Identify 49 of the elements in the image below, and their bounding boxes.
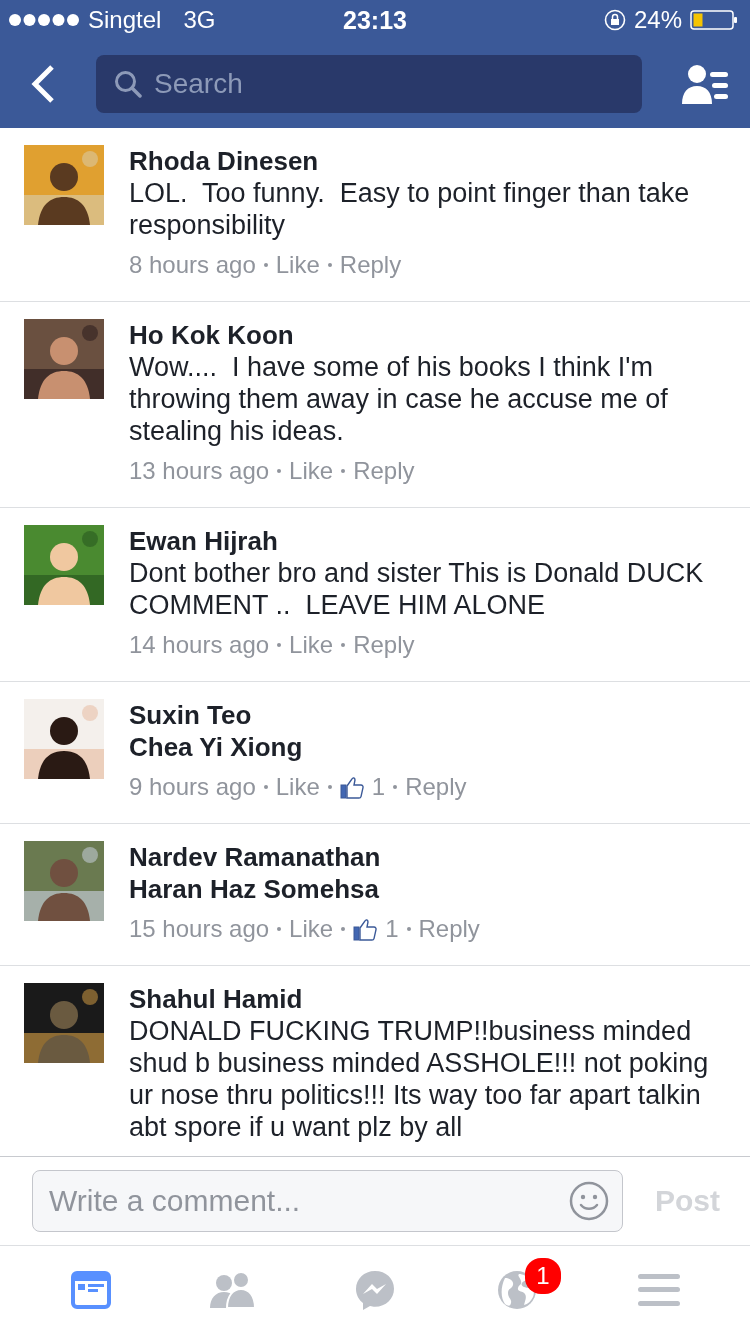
thumbs-up-icon — [339, 775, 364, 799]
tagged-name[interactable]: Chea Yi Xiong — [129, 731, 303, 763]
like-count: 1 — [371, 773, 386, 801]
comment-author[interactable]: Rhoda Dinesen — [129, 145, 319, 177]
comment-text: Dont bother bro and sister This is Donald DUCK COMMENT .. LEAVE HIM ALONE — [129, 557, 705, 621]
comment-author[interactable]: Nardev Ramanathan — [129, 841, 381, 873]
comment-text: DONALD FUCKING TRUMP!!business minded shud b business minded ASSHOLE!!! not poking ur nose thru politics!!! Its way too far apart talkin abt spore if u want plz by all — [129, 1015, 710, 1143]
notification-badge: 1 — [525, 1258, 561, 1294]
comment-text: LOL. Too funny. Easy to point finger than take responsibility — [129, 177, 691, 241]
like-link[interactable]: Like — [289, 915, 334, 943]
carrier: Singtel — [88, 6, 162, 34]
comment-time: 8 hours ago — [129, 251, 256, 279]
reply-link[interactable]: Reply — [418, 915, 480, 943]
reply-link[interactable]: Reply — [353, 631, 415, 659]
battery-percent: 24% — [633, 6, 682, 34]
thumbs-up-icon — [353, 917, 378, 941]
reply-link[interactable]: Reply — [339, 251, 402, 279]
search-field[interactable]: Search — [96, 55, 642, 113]
comment-author[interactable]: Suxin Teo — [129, 699, 252, 731]
search-icon — [114, 70, 142, 98]
comment-author[interactable]: Ewan Hijrah — [129, 525, 278, 557]
like-link[interactable]: Like — [289, 631, 334, 659]
like-link[interactable]: Like — [289, 457, 334, 485]
comment-text: Wow.... I have some of his books I think I'm throwing them away in case he accuse me of stealing his ideas. — [129, 351, 669, 447]
battery-icon — [690, 9, 738, 31]
emoji-icon[interactable] — [569, 1181, 609, 1221]
reply-link[interactable]: Reply — [353, 457, 415, 485]
comment-time: 15 hours ago — [129, 915, 270, 943]
clock: 23:13 — [343, 5, 407, 35]
back-icon[interactable] — [30, 64, 56, 104]
comment-field[interactable]: Write a comment... — [32, 1170, 623, 1232]
comment-author[interactable]: Shahul Hamid — [129, 983, 303, 1015]
menu-icon[interactable] — [638, 1273, 680, 1307]
friends-icon[interactable] — [210, 1271, 256, 1309]
comment-author[interactable]: Ho Kok Koon — [129, 319, 294, 351]
like-count: 1 — [385, 915, 399, 943]
rotation-lock-icon — [603, 9, 626, 31]
like-link[interactable]: Like — [275, 251, 320, 279]
like-link[interactable]: Like — [275, 773, 320, 801]
comment-time: 14 hours ago — [129, 631, 270, 659]
news-feed-icon[interactable] — [71, 1271, 111, 1309]
comment-time: 13 hours ago — [129, 457, 270, 485]
messenger-icon[interactable] — [354, 1269, 396, 1311]
reply-link[interactable]: Reply — [405, 773, 467, 801]
comment-time: 9 hours ago — [129, 773, 256, 801]
network-type: 3G — [183, 6, 216, 34]
tagged-name[interactable]: Haran Haz Somehsa — [129, 873, 379, 905]
signal-icon — [8, 13, 80, 27]
friend-list-icon[interactable] — [682, 63, 730, 105]
